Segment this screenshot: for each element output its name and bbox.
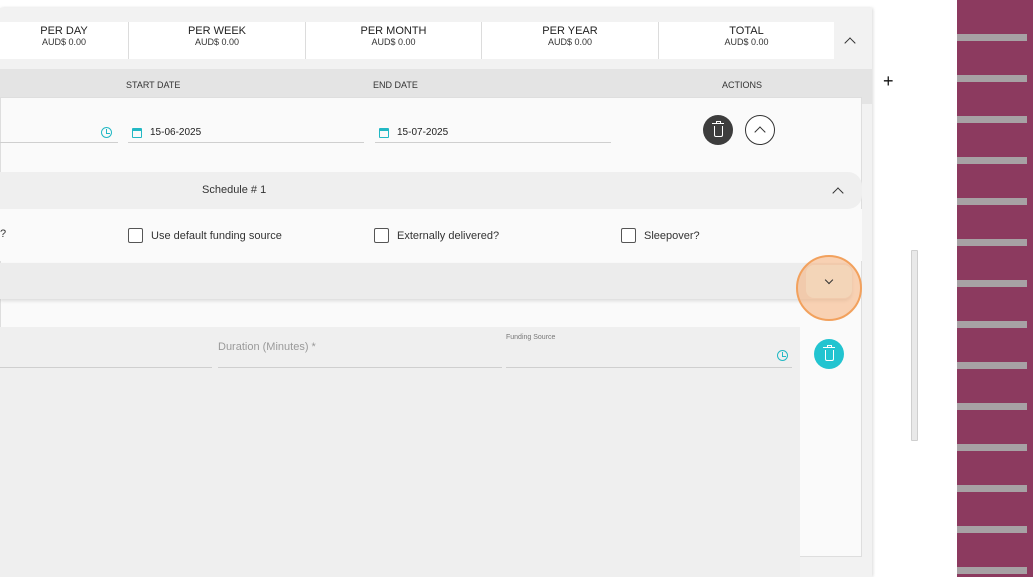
summary-value: AUD$ 0.00 [41, 37, 87, 47]
collapse-row-button[interactable] [745, 115, 775, 145]
duration-label: Duration (Minutes) * [218, 341, 316, 353]
brick-wall-background [957, 0, 1033, 577]
checkbox-label: Sleepover? [644, 229, 700, 242]
sleepover-checkbox[interactable]: Sleepover? [621, 228, 700, 243]
checkbox-box[interactable] [621, 228, 636, 243]
summary-per-day: PER DAY AUD$ 0.00 [0, 22, 129, 59]
cost-summary-bar: PER DAY AUD$ 0.00 PER WEEK AUD$ 0.00 PER… [0, 22, 834, 59]
summary-value: AUD$ 0.00 [371, 37, 416, 47]
summary-title: PER WEEK [187, 25, 247, 37]
chevron-up-icon [754, 126, 766, 138]
calendar-icon [132, 127, 142, 138]
summary-value: AUD$ 0.00 [194, 37, 240, 47]
add-button[interactable]: + [883, 72, 894, 90]
summary-title: PER YEAR [542, 25, 598, 37]
time-field-cut[interactable] [0, 123, 118, 143]
summary-title: PER DAY [40, 25, 88, 37]
truncated-question: ? [0, 228, 7, 240]
duration-field[interactable]: Duration (Minutes) * [218, 340, 502, 368]
summary-per-month: PER MONTH AUD$ 0.00 [306, 22, 482, 59]
brick-wall-edge [1027, 0, 1033, 577]
trash-icon [711, 120, 724, 137]
delete-item-button[interactable] [814, 339, 844, 369]
end-date-field[interactable]: 15-07-2025 [375, 123, 611, 143]
summary-value: AUD$ 0.00 [547, 37, 593, 47]
item-field-cut[interactable] [0, 340, 212, 368]
summary-title: PER MONTH [360, 25, 427, 37]
summary-title: TOTAL [729, 25, 764, 37]
summary-collapse-button[interactable] [838, 22, 862, 59]
checkbox-box[interactable] [374, 228, 389, 243]
chevron-down-icon [824, 275, 834, 284]
checkbox-label: Use default funding source [151, 229, 282, 242]
schedule-collapse-button[interactable] [832, 185, 844, 199]
chevron-up-icon [832, 187, 844, 199]
externally-delivered-checkbox[interactable]: Externally delivered? [374, 228, 499, 243]
schedule-options: ? Use default funding source Externally … [0, 209, 862, 261]
start-date-field[interactable]: 15-06-2025 [128, 123, 364, 143]
summary-value: AUD$ 0.00 [724, 37, 769, 47]
end-date-value: 15-07-2025 [397, 127, 449, 138]
start-date-value: 15-06-2025 [150, 127, 202, 138]
summary-per-week: PER WEEK AUD$ 0.00 [129, 22, 306, 59]
clock-icon [101, 127, 112, 138]
funding-source-label: Funding Source [506, 334, 556, 341]
column-actions: ACTIONS [722, 80, 763, 90]
summary-per-year: PER YEAR AUD$ 0.00 [482, 22, 659, 59]
trash-icon [822, 344, 835, 361]
checkbox-box[interactable] [128, 228, 143, 243]
schedule-title: Schedule # 1 [202, 184, 267, 196]
calendar-icon [379, 127, 389, 138]
checkbox-label: Externally delivered? [397, 229, 500, 242]
schedule-item-header[interactable] [0, 263, 852, 299]
clock-icon [777, 350, 788, 361]
schedule-header[interactable]: Schedule # 1 [0, 172, 862, 209]
chevron-up-icon [844, 36, 856, 49]
summary-total: TOTAL AUD$ 0.00 [659, 22, 834, 59]
column-end-date: END DATE [373, 80, 418, 90]
scrollbar[interactable] [911, 250, 918, 441]
default-funding-checkbox[interactable]: Use default funding source [128, 228, 282, 243]
expand-item-button[interactable] [806, 265, 852, 298]
delete-row-button[interactable] [703, 115, 733, 145]
funding-source-select[interactable]: Funding Source [506, 334, 792, 368]
column-start-date: START DATE [126, 80, 181, 90]
